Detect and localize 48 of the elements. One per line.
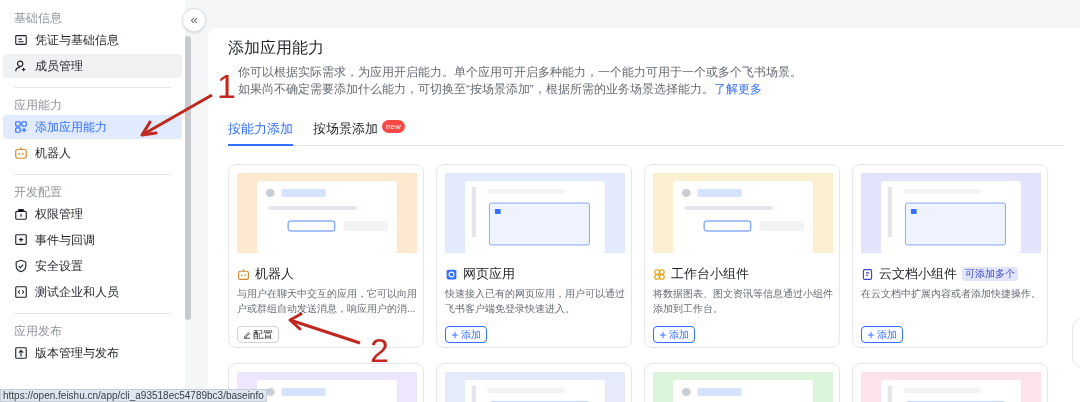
configure-button[interactable]: 配置	[237, 326, 279, 343]
sidebar-item[interactable]: 安全设置	[3, 254, 182, 278]
card-title: 工作台小组件	[671, 265, 749, 284]
sidebar-label: 测试企业和人员	[35, 284, 119, 301]
add-button[interactable]: 添加	[861, 326, 903, 343]
add-button[interactable]: 添加	[653, 326, 695, 343]
description-line: 如果尚不确定需要添加什么能力，可切换至“按场景添加”，根据所需的业务场景选择能力。	[238, 82, 714, 97]
sidebar-item[interactable]: 机器人	[3, 141, 182, 165]
learn-more-link[interactable]: 了解更多	[713, 81, 762, 98]
description-line: 你可以根据实际需求，为应用开启能力。单个应用可开启多种能力，一个能力可用于一个或多个飞书场景。	[238, 65, 802, 80]
new-badge: new	[382, 120, 405, 133]
sidebar-item[interactable]: 凭证与基础信息	[3, 28, 182, 52]
sidebar-item[interactable]: 添加应用能力	[3, 115, 182, 139]
card-title: 机器人	[255, 265, 294, 284]
page-title: 添加应用能力	[228, 38, 325, 58]
annotation-number: 1	[217, 67, 236, 105]
sidebar-item[interactable]: 成员管理	[3, 54, 182, 78]
card-description: 将数据图表、图文资讯等信息通过小组件添加到工作台。	[653, 287, 833, 316]
sidebar-item[interactable]: 测试企业和人员	[3, 280, 182, 304]
card-title: 网页应用	[463, 265, 515, 284]
sidebar-label: 权限管理	[35, 206, 83, 223]
card-title: 云文档小组件	[879, 265, 957, 284]
card-description: 在云文档中扩展内容或者添加快捷操作。	[861, 287, 1041, 301]
card-description: 快速接入已有的网页应用，用户可以通过飞书客户端免登录快速进入。	[445, 287, 625, 316]
capability-card[interactable]: 云文档小组件 可添加多个 在云文档中扩展内容或者添加快捷操作。 添加	[852, 164, 1048, 348]
section-heading: 基础信息	[13, 11, 63, 26]
sidebar-label: 安全设置	[35, 258, 83, 275]
sidebar-item[interactable]: 版本管理与发布	[3, 341, 182, 365]
card-description: 与用户在聊天中交互的应用，它可以向用户或群组自动发送消息，响应用户的消...	[237, 287, 417, 316]
sidebar-item[interactable]: 事件与回调	[3, 228, 182, 252]
capability-card[interactable]: 工作台小组件 将数据图表、图文资讯等信息通过小组件添加到工作台。 添加	[644, 164, 840, 348]
section-heading: 应用能力	[13, 98, 63, 113]
sidebar-label: 成员管理	[35, 58, 83, 75]
tab[interactable]: 按场景添加	[313, 114, 378, 146]
capability-card[interactable]: 网页应用 快速接入已有的网页应用，用户可以通过飞书客户端免登录快速进入。 添加	[436, 164, 632, 348]
collapse-button[interactable]: «	[182, 8, 206, 32]
section-heading: 开发配置	[13, 185, 63, 200]
sidebar-label: 版本管理与发布	[35, 345, 119, 362]
sidebar-label: 事件与回调	[35, 232, 95, 249]
sidebar-label: 机器人	[35, 145, 71, 162]
sidebar-item[interactable]: 权限管理	[3, 202, 182, 226]
add-button[interactable]: 添加	[445, 326, 487, 343]
section-heading: 应用发布	[13, 324, 63, 339]
tab[interactable]: 按能力添加	[228, 114, 293, 146]
sidebar-label: 添加应用能力	[35, 119, 107, 136]
sidebar-label: 凭证与基础信息	[35, 32, 119, 49]
status-url: https://open.feishu.cn/app/cli_a93518ec54789bc3/baseinfo	[0, 389, 267, 402]
card-badge: 可添加多个	[962, 267, 1018, 281]
